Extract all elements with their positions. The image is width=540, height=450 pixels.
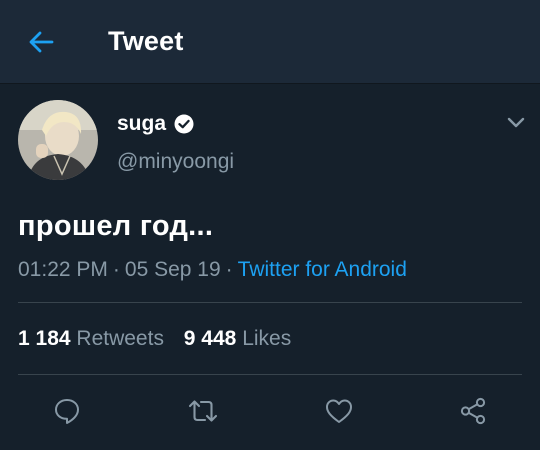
divider <box>18 302 522 303</box>
share-icon <box>460 397 486 425</box>
tweet-date: 05 Sep 19 <box>124 258 221 281</box>
heart-icon <box>326 399 352 423</box>
tweet-meta: 01:22 PM · 05 Sep 19 · Twitter for Android <box>18 258 407 282</box>
divider <box>18 374 522 375</box>
top-bar: Tweet <box>0 0 540 84</box>
back-button[interactable] <box>26 28 56 56</box>
more-options-button[interactable] <box>505 114 527 132</box>
page-title: Tweet <box>108 26 184 56</box>
retweet-button[interactable] <box>186 394 220 428</box>
tweet-source-link[interactable]: Twitter for Android <box>238 258 407 281</box>
comment-icon <box>55 399 79 424</box>
tweet-time: 01:22 PM <box>18 258 108 281</box>
reply-button[interactable] <box>50 394 84 428</box>
likes-count: 9 448 <box>183 327 237 350</box>
retweets-count: 1 184 <box>18 327 71 350</box>
tweet-text: прошел год... <box>18 210 214 242</box>
retweets-stat[interactable]: 1 184 Retweets <box>18 327 164 350</box>
retweets-label: Retweets <box>76 327 164 350</box>
meta-separator: · <box>225 258 233 281</box>
tweet-stats: 1 184 Retweets 9 448 Likes <box>18 327 291 351</box>
verified-badge-icon <box>174 114 194 134</box>
likes-stat[interactable]: 9 448 Likes <box>184 327 291 350</box>
meta-separator: · <box>112 258 120 281</box>
author-name[interactable]: suga <box>117 112 166 136</box>
share-button[interactable] <box>456 394 490 428</box>
author-handle[interactable]: @minyoongi <box>117 150 234 174</box>
like-button[interactable] <box>322 394 356 428</box>
likes-label: Likes <box>242 327 292 350</box>
avatar[interactable] <box>18 100 98 180</box>
arrow-left-icon <box>29 31 54 53</box>
retweet-icon <box>188 400 218 422</box>
chevron-down-icon <box>507 117 525 128</box>
